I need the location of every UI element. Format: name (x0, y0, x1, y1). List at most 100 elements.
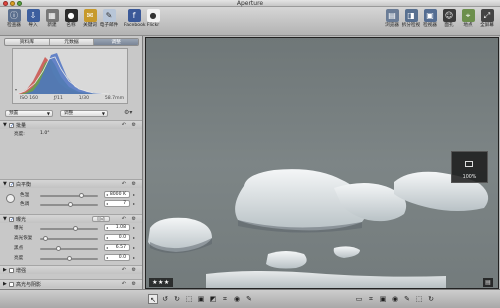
preset-select[interactable]: 预置 ▼ (5, 110, 53, 117)
toolbar-button-split-view[interactable]: ◨ 拆分检视 (401, 9, 421, 34)
slider-track[interactable] (40, 236, 98, 241)
redeye-tool-icon[interactable]: ◉ (232, 294, 242, 304)
section-hs-controls[interactable]: ↶ ⚙ (122, 281, 138, 287)
section-raw-controls[interactable]: ↶ ⚙ (122, 122, 138, 128)
toolbar-button-places[interactable]: ⌖ 地点 (458, 9, 478, 34)
tab-library[interactable]: 资料库 (5, 39, 50, 45)
section-wb-checkbox[interactable]: ✓ (9, 182, 14, 188)
toolbar-button-facebook[interactable]: f Facebook (124, 9, 146, 34)
window-title: Aperture (236, 0, 264, 7)
thumbnail-icon[interactable]: ▭ (354, 294, 364, 304)
slider-track[interactable] (40, 226, 98, 231)
rotate2-icon[interactable]: ↻ (426, 294, 436, 304)
section-raw[interactable]: ▼ ✓ 批量 ↶ ⚙ (0, 120, 142, 129)
section-enhance-title: 增强 (16, 268, 27, 274)
slider-knob[interactable] (73, 226, 79, 231)
rotate-right-icon[interactable]: ↻ (172, 294, 182, 304)
param-value-field[interactable]: ◂ 7 ▸ (104, 200, 135, 207)
section-highlights-shadows[interactable]: ▶ 高光与阴影 ↶ ⚙ (0, 279, 142, 288)
facebook-icon: f (127, 9, 141, 22)
adjust-select[interactable]: 调整 ▼ (60, 110, 108, 117)
chevron-down-icon: ▼ (101, 111, 105, 116)
slider-knob[interactable] (68, 202, 74, 207)
viewer-options-icon[interactable]: ▤ (483, 278, 493, 287)
param-value: 6.57 (115, 245, 126, 250)
disclosure-closed-icon[interactable]: ▶ (3, 267, 7, 273)
straighten-tool-icon[interactable]: ◩ (208, 294, 218, 304)
eye-icon[interactable]: ◉ (390, 294, 400, 304)
disclosure-open-icon[interactable]: ▼ (3, 122, 7, 128)
loupe-navigator[interactable]: 100% (451, 151, 488, 183)
rotate-left-icon[interactable]: ↺ (160, 294, 170, 304)
lift-tool-icon[interactable]: ⬚ (184, 294, 194, 304)
param-value-field[interactable]: ◂ 0.0 ▸ (104, 254, 135, 261)
section-white-balance[interactable]: ▼ ✓ 白平衡 ↶ ⚙ (0, 179, 142, 188)
brush-tool-icon[interactable]: ✎ (244, 294, 254, 304)
disclosure-closed-icon[interactable]: ▶ (3, 281, 7, 287)
toolbar-button-flickr[interactable]: ● Flickr (143, 9, 163, 34)
section-exposure[interactable]: ▼ ✓ 曝光 自动 ↶ ⚙ (0, 214, 142, 223)
exif-aperture: ƒ/11 (53, 96, 63, 101)
toolbar-button-email[interactable]: ✎ 电子邮件 (99, 9, 119, 34)
image-viewer[interactable]: ★★★ 100% ▤ (145, 37, 499, 289)
toolbar-label: 拆分检视 (401, 23, 421, 28)
toolbar-button-inspector[interactable]: ⓘ 检查器 (4, 9, 24, 34)
slider-knob[interactable] (78, 193, 84, 198)
toolbar-label: 检查器 (7, 23, 21, 28)
section-wb-controls[interactable]: ↶ ⚙ (122, 181, 138, 187)
slider-track[interactable] (40, 256, 98, 261)
histogram-options-icon[interactable]: ▾ (15, 87, 21, 93)
toolbar-label: 关键词 (83, 23, 97, 28)
section-exposure-controls[interactable]: ↶ ⚙ (122, 216, 138, 222)
slider-knob[interactable] (42, 236, 48, 241)
crop-tool-icon[interactable]: ⌗ (220, 294, 230, 304)
toolbar-button-viewer[interactable]: ▣ 检视器 (420, 9, 440, 34)
toolbar-button-fullscreen[interactable]: ⤢ 全屏幕 (477, 9, 497, 34)
slider-knob[interactable] (67, 256, 72, 261)
star-rating[interactable]: ★★★ (149, 278, 173, 287)
param-value-field[interactable]: ◂ 6.57 ▸ (104, 244, 135, 251)
new-icon: ▦ (45, 9, 59, 22)
raw-param-value[interactable]: 1.0° (40, 131, 50, 136)
toolbar-button-faces-view[interactable]: ☺ 面孔 (439, 9, 459, 34)
exposure-auto-button[interactable]: 自动 (92, 216, 110, 222)
toolbar-button-faces[interactable]: ● 名称 (61, 9, 81, 34)
section-exposure-checkbox[interactable]: ✓ (9, 217, 14, 223)
param-value-field[interactable]: ◂ 1.08 ▸ (104, 224, 135, 231)
gear-icon[interactable]: ⚙▾ (124, 110, 136, 117)
slider-track[interactable] (40, 202, 98, 207)
section-hs-checkbox[interactable] (9, 282, 14, 287)
crop2-icon[interactable]: ⌗ (366, 294, 376, 304)
stamp2-icon[interactable]: ▣ (378, 294, 388, 304)
section-exposure-title: 曝光 (16, 217, 27, 223)
disclosure-open-icon[interactable]: ▼ (3, 181, 7, 187)
navigator-frame[interactable] (465, 161, 473, 167)
param-exposure: 曝光 ◂ 1.08 ▸ (0, 224, 142, 233)
pencil-icon[interactable]: ✎ (402, 294, 412, 304)
bottom-toolbar: ↖ ↺ ↻ ⬚ ▣ ◩ ⌗ ◉ ✎ ▭ ⌗ ▣ ◉ ✎ ⬚ ↻ (0, 289, 500, 308)
chevron-down-icon: ▼ (46, 111, 50, 116)
raw-param-row: 亮度: 1.0° (0, 130, 142, 139)
param-value-field[interactable]: ◂ 8000 K ▸ (104, 191, 135, 198)
section-enhance[interactable]: ▶ 增强 ↶ ⚙ (0, 265, 142, 274)
select-tool-icon[interactable]: ↖ (148, 294, 158, 304)
slider-track[interactable] (40, 246, 98, 251)
tab-metadata[interactable]: 元数据 (50, 39, 95, 45)
toolbar-button-keywords[interactable]: ✉ 关键词 (80, 9, 100, 34)
section-raw-checkbox[interactable]: ✓ (9, 123, 14, 129)
photo-ice-on-water (146, 38, 498, 288)
places-icon: ⌖ (461, 9, 475, 22)
lift2-icon[interactable]: ⬚ (414, 294, 424, 304)
preset-label: 预置 (9, 111, 19, 116)
section-enhance-controls[interactable]: ↶ ⚙ (122, 267, 138, 273)
toolbar-button-new[interactable]: ▦ 新建 (42, 9, 62, 34)
slider-knob[interactable] (56, 246, 62, 251)
tab-adjustments[interactable]: 调整 (94, 39, 138, 45)
section-enhance-checkbox[interactable] (9, 268, 14, 273)
slider-track[interactable] (40, 193, 98, 198)
toolbar-button-import[interactable]: ⇩ 导入 (23, 9, 43, 34)
param-value-field[interactable]: ◂ 0.0 ▸ (104, 234, 135, 241)
toolbar-button-browser[interactable]: ▤ 浏览器 (382, 9, 402, 34)
disclosure-open-icon[interactable]: ▼ (3, 216, 7, 222)
stamp-tool-icon[interactable]: ▣ (196, 294, 206, 304)
